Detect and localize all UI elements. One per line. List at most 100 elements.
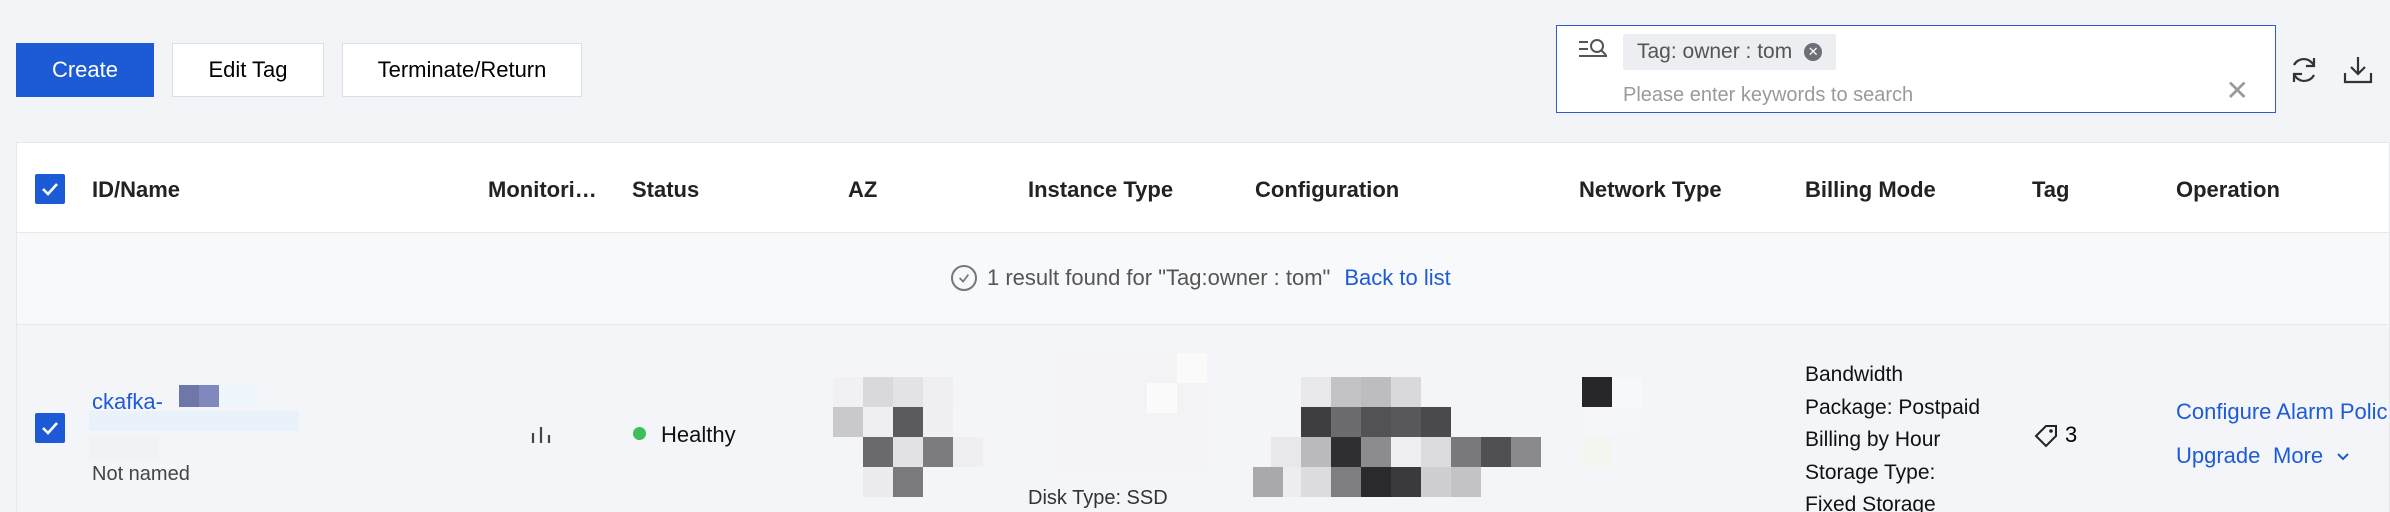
- status-text: Healthy: [661, 422, 736, 447]
- chevron-down-icon: [2337, 453, 2349, 461]
- tag-count[interactable]: 3: [2065, 422, 2077, 448]
- redacted-block: [1391, 467, 1421, 497]
- redacted-block: [833, 377, 863, 407]
- redacted-block: [1253, 467, 1283, 497]
- redacted-block: [863, 437, 893, 467]
- column-operation: Operation: [2176, 177, 2280, 202]
- monitoring-chart-icon[interactable]: [529, 423, 553, 445]
- redacted-block: [1582, 377, 1612, 407]
- column-billing-mode: Billing Mode: [1805, 177, 1936, 202]
- terminate-return-button[interactable]: Terminate/Return: [342, 43, 582, 97]
- redacted-block: [219, 385, 259, 407]
- clear-search-icon[interactable]: ✕: [2226, 77, 2249, 105]
- redacted-block: [1421, 467, 1451, 497]
- redacted-block: [1331, 377, 1361, 407]
- redacted-block: [1421, 407, 1451, 437]
- more-label: More: [2273, 443, 2324, 468]
- check-icon: [42, 422, 58, 435]
- billing-line: Package: Postpaid: [1805, 395, 1981, 419]
- redacted-block: [1301, 467, 1331, 497]
- check-icon: [42, 183, 58, 196]
- redacted-block: [1361, 437, 1391, 467]
- redacted-block: [893, 377, 923, 407]
- redacted-block: [893, 467, 923, 497]
- select-all-checkbox[interactable]: [35, 174, 65, 204]
- redacted-block: [1331, 437, 1361, 467]
- redacted-block: [1147, 383, 1177, 413]
- column-network-type: Network Type: [1579, 177, 1722, 202]
- redacted-block: [1331, 467, 1361, 497]
- billing-line: Billing by Hour: [1805, 428, 1941, 451]
- redacted-block: [1481, 437, 1511, 467]
- redacted-block: [1301, 407, 1331, 437]
- tag-filter-label: Tag: owner : tom: [1637, 40, 1793, 63]
- redacted-block: [89, 411, 299, 431]
- back-to-list-link[interactable]: Back to list: [1344, 265, 1450, 291]
- redacted-block: [1391, 407, 1421, 437]
- redacted-block: [893, 437, 923, 467]
- billing-line: Fixed Storage: [1805, 493, 1936, 512]
- tag-icon[interactable]: [2033, 423, 2059, 449]
- column-monitoring: Monitori…: [488, 177, 597, 202]
- redacted-block: [89, 437, 159, 459]
- upgrade-link[interactable]: Upgrade: [2176, 443, 2260, 469]
- redacted-block: [1511, 437, 1541, 467]
- download-icon[interactable]: [2342, 54, 2374, 86]
- row-checkbox[interactable]: [35, 413, 65, 443]
- redacted-block: [1331, 407, 1361, 437]
- column-configuration: Configuration: [1255, 177, 1400, 202]
- redacted-block: [1271, 437, 1301, 467]
- result-count-text: 1 result found for "Tag:owner : tom": [987, 265, 1331, 290]
- redacted-block: [1451, 467, 1481, 497]
- redacted-block: [953, 437, 983, 467]
- refresh-icon[interactable]: [2288, 54, 2320, 86]
- create-button[interactable]: Create: [16, 43, 154, 97]
- redacted-block: [1612, 377, 1642, 407]
- configure-alarm-policy-link[interactable]: Configure Alarm Polic: [2176, 399, 2388, 425]
- instance-name: Not named: [92, 463, 190, 485]
- filter-search-icon[interactable]: [1577, 38, 1609, 66]
- redacted-block: [1582, 437, 1612, 467]
- redacted-block: [1451, 437, 1481, 467]
- table-row[interactable]: ckafka- Not named Healthy Disk Type: SSD…: [17, 325, 2389, 512]
- redacted-block: [1177, 353, 1207, 383]
- redacted-block: [1421, 437, 1451, 467]
- redacted-block: [923, 377, 953, 407]
- redacted-block: [179, 385, 199, 407]
- redacted-block: [199, 385, 219, 407]
- edit-tag-button[interactable]: Edit Tag: [172, 43, 324, 97]
- redacted-block: [923, 407, 953, 437]
- status-healthy-dot: [633, 427, 646, 440]
- search-box[interactable]: Tag: owner : tom ✕ Please enter keywords…: [1556, 25, 2276, 113]
- redacted-block: [1361, 407, 1391, 437]
- column-instance-type: Instance Type: [1028, 177, 1174, 202]
- billing-mode-text: Bandwidth Package: Postpaid Billing by H…: [1805, 359, 1980, 512]
- redacted-block: [1361, 377, 1391, 407]
- disk-type-text: Disk Type: SSD: [1028, 487, 1168, 509]
- redacted-block: [863, 467, 893, 497]
- column-status: Status: [632, 177, 700, 202]
- billing-line: Storage Type:: [1805, 460, 1936, 484]
- billing-line: Bandwidth: [1805, 363, 1904, 386]
- redacted-block: [863, 407, 893, 437]
- redacted-block: [893, 407, 923, 437]
- redacted-block: [1301, 377, 1331, 407]
- tag-filter-chip[interactable]: Tag: owner : tom ✕: [1623, 34, 1837, 70]
- redacted-block: [1283, 467, 1301, 497]
- remove-tag-icon[interactable]: ✕: [1804, 43, 1823, 61]
- search-placeholder[interactable]: Please enter keywords to search: [1623, 84, 1913, 107]
- redacted-block: [1391, 437, 1421, 467]
- instance-table: ID/Name Monitori… Status AZ Instance Typ…: [16, 142, 2390, 512]
- search-result-row: 1 result found for "Tag:owner : tom" Bac…: [17, 233, 2389, 325]
- redacted-block: [1582, 407, 1642, 437]
- column-id-name: ID/Name: [92, 177, 181, 202]
- redacted-block: [863, 377, 893, 407]
- redacted-block: [1391, 377, 1421, 407]
- more-dropdown[interactable]: More: [2273, 443, 2351, 469]
- redacted-block: [1361, 467, 1391, 497]
- redacted-block: [923, 437, 953, 467]
- table-header: ID/Name Monitori… Status AZ Instance Typ…: [17, 143, 2389, 233]
- column-az: AZ: [848, 177, 878, 202]
- redacted-block: [833, 407, 863, 437]
- column-tag: Tag: [2032, 177, 2070, 202]
